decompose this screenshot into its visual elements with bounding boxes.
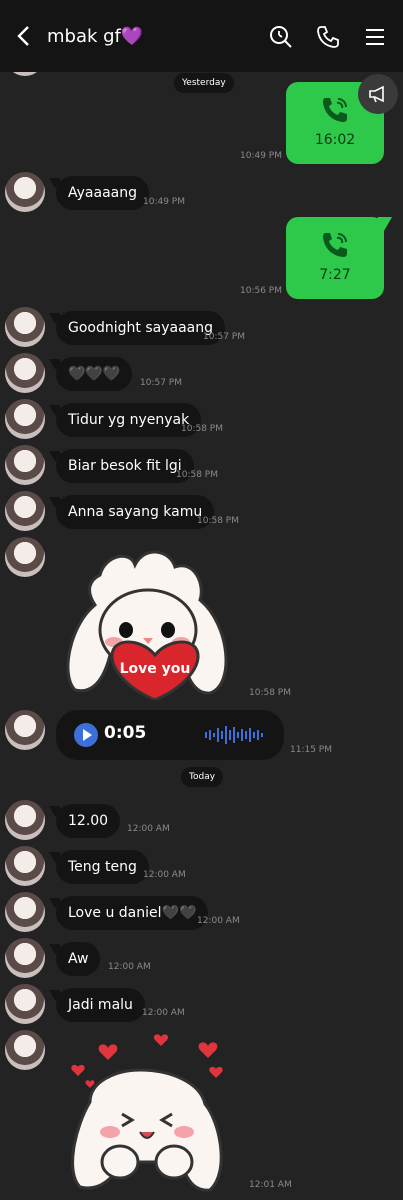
message-bubble[interactable]: Love u daniel🖤🖤 [56, 896, 209, 930]
message-time: 12:00 AM [108, 962, 151, 972]
message-time: 10:49 PM [143, 197, 185, 207]
message-bubble[interactable]: Ayaaaang [56, 176, 149, 210]
back-arrow-icon[interactable] [10, 22, 38, 50]
message-time: 12:00 AM [197, 916, 240, 926]
avatar[interactable] [5, 938, 45, 978]
avatar[interactable] [5, 353, 45, 393]
message-time: 12:00 AM [127, 824, 170, 834]
search-icon[interactable] [268, 24, 294, 50]
avatar[interactable] [5, 1030, 45, 1070]
avatar[interactable] [5, 846, 45, 886]
message-bubble[interactable]: Goodnight sayaaang [56, 311, 225, 345]
sticker-caption: Love you [120, 661, 191, 677]
avatar[interactable] [5, 710, 45, 750]
avatar[interactable] [5, 399, 45, 439]
message-bubble[interactable]: 🖤🖤🖤 [56, 357, 133, 391]
call-duration: 16:02 [314, 132, 356, 148]
message-bubble[interactable]: Aw [56, 942, 101, 976]
message-time: 10:49 PM [240, 151, 282, 161]
bunny-shy-sticker[interactable] [60, 1032, 235, 1194]
chat-title[interactable]: mbak gf💜 [47, 26, 143, 47]
avatar[interactable] [5, 491, 45, 531]
call-duration: 7:27 [319, 267, 351, 283]
phone-icon[interactable] [315, 24, 341, 50]
message-time: 10:58 PM [249, 688, 291, 698]
message-bubble[interactable]: Jadi malu [56, 988, 145, 1022]
message-time: 12:01 AM [249, 1180, 292, 1190]
message-bubble[interactable]: 12.00 [56, 804, 121, 838]
play-icon[interactable] [74, 723, 98, 747]
message-bubble[interactable]: Biar besok fit lgi [56, 449, 194, 483]
waveform-icon [205, 726, 263, 744]
menu-icon[interactable] [362, 24, 388, 50]
bunny-love-sticker[interactable]: Love you [60, 545, 235, 700]
message-time: 12:00 AM [142, 1008, 185, 1018]
date-separator: Today [181, 767, 224, 787]
voice-length: 0:05 [104, 723, 147, 743]
message-time: 10:58 PM [176, 470, 218, 480]
avatar[interactable] [5, 172, 45, 212]
message-time: 10:58 PM [197, 516, 239, 526]
date-separator: Yesterday [174, 73, 234, 93]
call-phone-icon [323, 233, 347, 257]
message-time: 10:58 PM [181, 424, 223, 434]
avatar[interactable] [5, 307, 45, 347]
call-phone-icon [323, 98, 347, 122]
message-time: 12:00 AM [143, 870, 186, 880]
chat-header: mbak gf💜 [0, 0, 403, 72]
avatar[interactable] [5, 445, 45, 485]
message-bubble[interactable]: Tidur yg nyenyak [56, 403, 202, 437]
message-time: 10:56 PM [240, 286, 282, 296]
message-time: 10:57 PM [140, 378, 182, 388]
megaphone-icon [369, 85, 384, 103]
message-time: 10:57 PM [203, 332, 245, 342]
avatar[interactable] [5, 800, 45, 840]
avatar[interactable] [5, 984, 45, 1024]
message-time: 11:15 PM [290, 745, 332, 755]
voice-message[interactable]: 0:05 [56, 710, 284, 760]
call-bubble[interactable]: 7:27 [286, 217, 384, 299]
avatar[interactable] [5, 892, 45, 932]
message-bubble[interactable]: Anna sayang kamu [56, 495, 215, 529]
avatar[interactable] [5, 537, 45, 577]
message-bubble[interactable]: Teng teng [56, 850, 149, 884]
announcement-button[interactable] [358, 74, 398, 114]
